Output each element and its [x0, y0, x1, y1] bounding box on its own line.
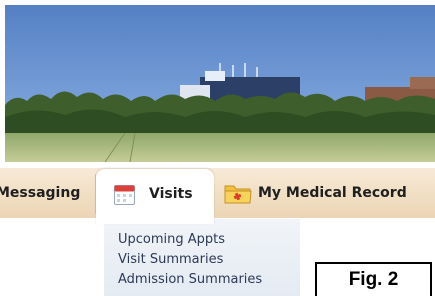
hospital-banner-photo	[5, 5, 435, 162]
tab-messaging[interactable]: Messaging	[0, 168, 99, 218]
navigation-tab-bar: Messaging Visits My Medical Record	[0, 168, 435, 224]
visits-dropdown-menu: Upcoming Appts Visit Summaries Admission…	[104, 219, 300, 296]
menu-item-admission-summaries[interactable]: Admission Summaries	[118, 272, 262, 287]
tab-my-medical-record-label: My Medical Record	[258, 185, 407, 201]
tab-my-medical-record[interactable]: My Medical Record	[222, 168, 435, 218]
figure-label: Fig. 2	[315, 262, 432, 296]
medical-folder-icon	[224, 185, 252, 204]
tab-visits[interactable]: Visits	[96, 169, 214, 224]
calendar-icon	[114, 185, 135, 205]
menu-item-upcoming-appts[interactable]: Upcoming Appts	[118, 232, 225, 247]
menu-item-visit-summaries[interactable]: Visit Summaries	[118, 252, 223, 267]
tab-visits-label: Visits	[149, 186, 193, 202]
tab-messaging-label: Messaging	[0, 185, 81, 201]
